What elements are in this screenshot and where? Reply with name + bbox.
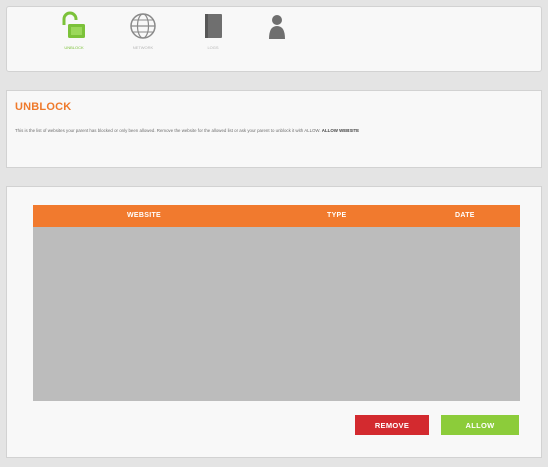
table-header: WEBSITE TYPE DATE <box>33 205 520 227</box>
description-text: This is the list of websites your parent… <box>15 128 321 133</box>
unblock-description: This is the list of websites your parent… <box>15 127 533 134</box>
table-body[interactable] <box>33 227 520 401</box>
unlock-icon <box>62 11 85 38</box>
column-header-date: DATE <box>455 212 475 219</box>
top-toolbar: UNBLOCK NETWORK LOGS <box>6 6 542 72</box>
blocked-websites-table: WEBSITE TYPE DATE <box>33 205 520 401</box>
toolbar-tab-logs[interactable]: LOGS <box>178 11 248 69</box>
toolbar-label-network: NETWORK <box>132 45 154 50</box>
allow-button[interactable]: ALLOW <box>441 415 519 435</box>
page-title: UNBLOCK <box>15 101 72 113</box>
toolbar-tab-network[interactable]: NETWORK <box>108 11 178 69</box>
column-header-type: TYPE <box>327 212 347 219</box>
blocked-list-section: WEBSITE TYPE DATE REMOVE ALLOW <box>6 186 542 458</box>
column-header-website: WEBSITE <box>127 212 161 219</box>
globe-icon <box>130 13 156 39</box>
toolbar-label-logs: LOGS <box>207 45 219 50</box>
toolbar-tab-unblock[interactable]: UNBLOCK <box>39 11 109 69</box>
unblock-section: UNBLOCK This is the list of websites you… <box>6 90 542 168</box>
description-bold-text: ALLOW WEBSITE <box>321 128 360 133</box>
toolbar-tab-account[interactable] <box>242 11 312 69</box>
user-icon <box>269 15 285 39</box>
document-icon <box>205 14 222 38</box>
remove-button[interactable]: REMOVE <box>355 415 429 435</box>
toolbar-label-unblock: UNBLOCK <box>64 45 84 50</box>
